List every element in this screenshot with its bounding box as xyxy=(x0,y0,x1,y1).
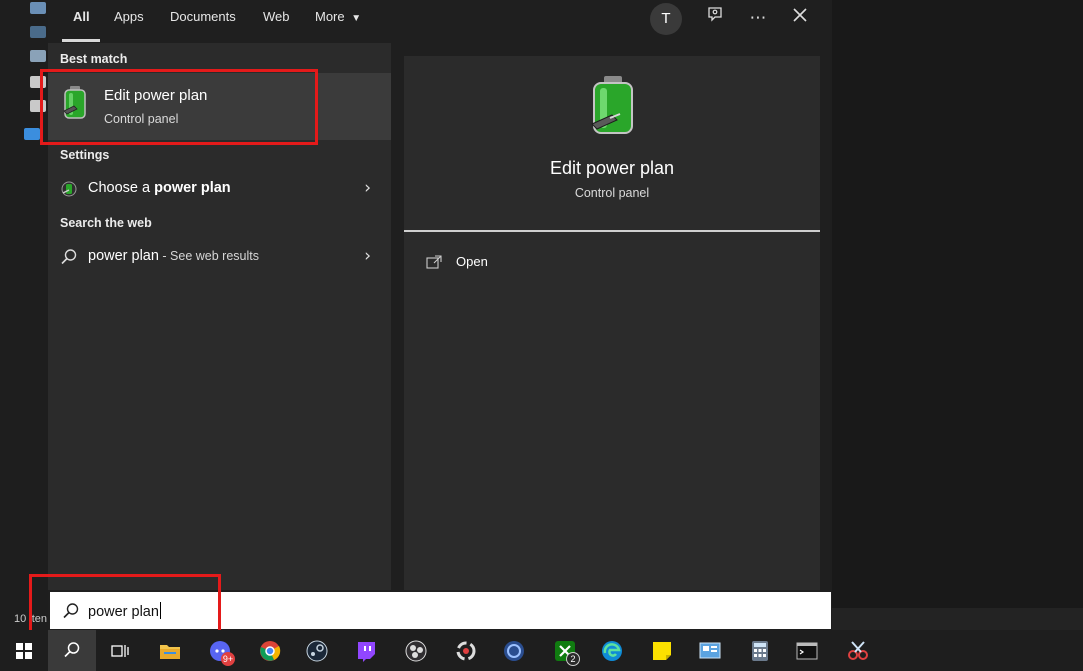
taskbar: 9+ 2 xyxy=(0,630,1083,671)
search-input-text: power plan xyxy=(88,602,161,620)
tab-more[interactable]: More ▼ xyxy=(315,9,361,24)
tab-web[interactable]: Web xyxy=(263,9,290,24)
calculator-icon[interactable] xyxy=(743,634,777,668)
folder-icon xyxy=(30,26,46,38)
search-icon xyxy=(63,603,79,619)
steam-icon[interactable] xyxy=(300,634,334,668)
twitch-icon[interactable] xyxy=(349,634,383,668)
open-label: Open xyxy=(456,254,488,269)
search-panel: All Apps Documents Web More ▼ T ⋯ Best m… xyxy=(48,0,832,630)
file-explorer-icon[interactable] xyxy=(153,634,187,668)
settings-result-prefix: Choose a xyxy=(88,180,155,196)
network-icon xyxy=(24,128,40,140)
section-settings: Settings xyxy=(60,148,110,162)
battery-power-icon xyxy=(63,86,86,119)
section-best-match: Best match xyxy=(60,52,128,66)
snipping-tool-icon[interactable] xyxy=(841,634,875,668)
xbox-badge: 2 xyxy=(566,652,580,666)
text-caret xyxy=(159,602,161,619)
drive-icon xyxy=(30,100,46,112)
chevron-right-icon: › xyxy=(364,246,371,266)
user-avatar[interactable]: T xyxy=(650,3,682,35)
desktop-right-area xyxy=(832,0,1083,630)
folder-icon xyxy=(30,2,46,14)
xbox-icon[interactable]: 2 xyxy=(548,634,582,668)
drive-icon xyxy=(30,76,46,88)
preview-subtitle: Control panel xyxy=(574,186,650,200)
explorer-status-bar: 10 iten xyxy=(0,608,48,630)
settings-result-label: Choose a power plan xyxy=(88,180,231,196)
discord-badge: 9+ xyxy=(221,652,235,666)
command-prompt-icon[interactable] xyxy=(790,634,824,668)
feedback-icon[interactable] xyxy=(704,6,728,30)
obs-icon[interactable] xyxy=(399,634,433,668)
section-search-web: Search the web xyxy=(60,216,152,230)
caret-down-icon: ▼ xyxy=(351,13,362,24)
best-match-title: Edit power plan xyxy=(104,87,208,104)
drive-icon xyxy=(30,50,46,62)
best-match-item[interactable]: Edit power plan Control panel xyxy=(48,73,391,140)
sticky-notes-icon[interactable] xyxy=(645,634,679,668)
task-view-icon[interactable] xyxy=(103,634,137,668)
file-explorer-sidebar xyxy=(0,0,48,630)
tab-documents[interactable]: Documents xyxy=(170,9,236,24)
app-icon-blue[interactable] xyxy=(497,634,531,668)
tab-more-label: More xyxy=(315,9,345,24)
settings-result-choose-power-plan[interactable]: Choose a power plan › xyxy=(48,172,391,206)
search-filter-bar: All Apps Documents Web More ▼ T ⋯ xyxy=(48,0,832,43)
explorer-status-bar-right xyxy=(832,608,1083,630)
web-result-query: power plan xyxy=(88,248,159,264)
control-panel-icon[interactable] xyxy=(693,634,727,668)
open-icon xyxy=(426,255,442,269)
best-match-subtitle: Control panel xyxy=(104,112,179,126)
result-preview-pane: Edit power plan Control panel Open xyxy=(404,56,820,590)
search-icon xyxy=(64,642,80,658)
app-icon-circle[interactable] xyxy=(449,634,483,668)
search-input-value: power plan xyxy=(88,604,159,620)
tab-all[interactable]: All xyxy=(73,9,90,24)
settings-result-bold: power plan xyxy=(154,180,231,196)
search-icon xyxy=(61,249,77,265)
web-result-suffix: - See web results xyxy=(158,249,259,263)
close-icon[interactable] xyxy=(788,6,812,30)
discord-icon[interactable]: 9+ xyxy=(203,634,237,668)
preview-title: Edit power plan xyxy=(549,158,675,178)
preview-divider xyxy=(404,230,820,232)
web-result-power-plan[interactable]: power plan - See web results › xyxy=(48,240,391,274)
active-tab-indicator xyxy=(62,39,100,42)
power-settings-icon xyxy=(61,181,77,197)
taskbar-search-button[interactable] xyxy=(48,630,96,671)
battery-power-large-icon xyxy=(591,76,633,134)
windows-start-icon[interactable] xyxy=(7,634,41,668)
edge-icon[interactable] xyxy=(595,634,629,668)
results-list: Best match Edit power plan Control panel… xyxy=(48,43,391,590)
web-result-label: power plan - See web results xyxy=(88,248,259,264)
more-options-icon[interactable]: ⋯ xyxy=(746,6,770,30)
search-input[interactable]: power plan xyxy=(50,592,831,629)
chrome-icon[interactable] xyxy=(253,634,287,668)
chevron-right-icon: › xyxy=(364,178,371,198)
tab-apps[interactable]: Apps xyxy=(114,9,144,24)
